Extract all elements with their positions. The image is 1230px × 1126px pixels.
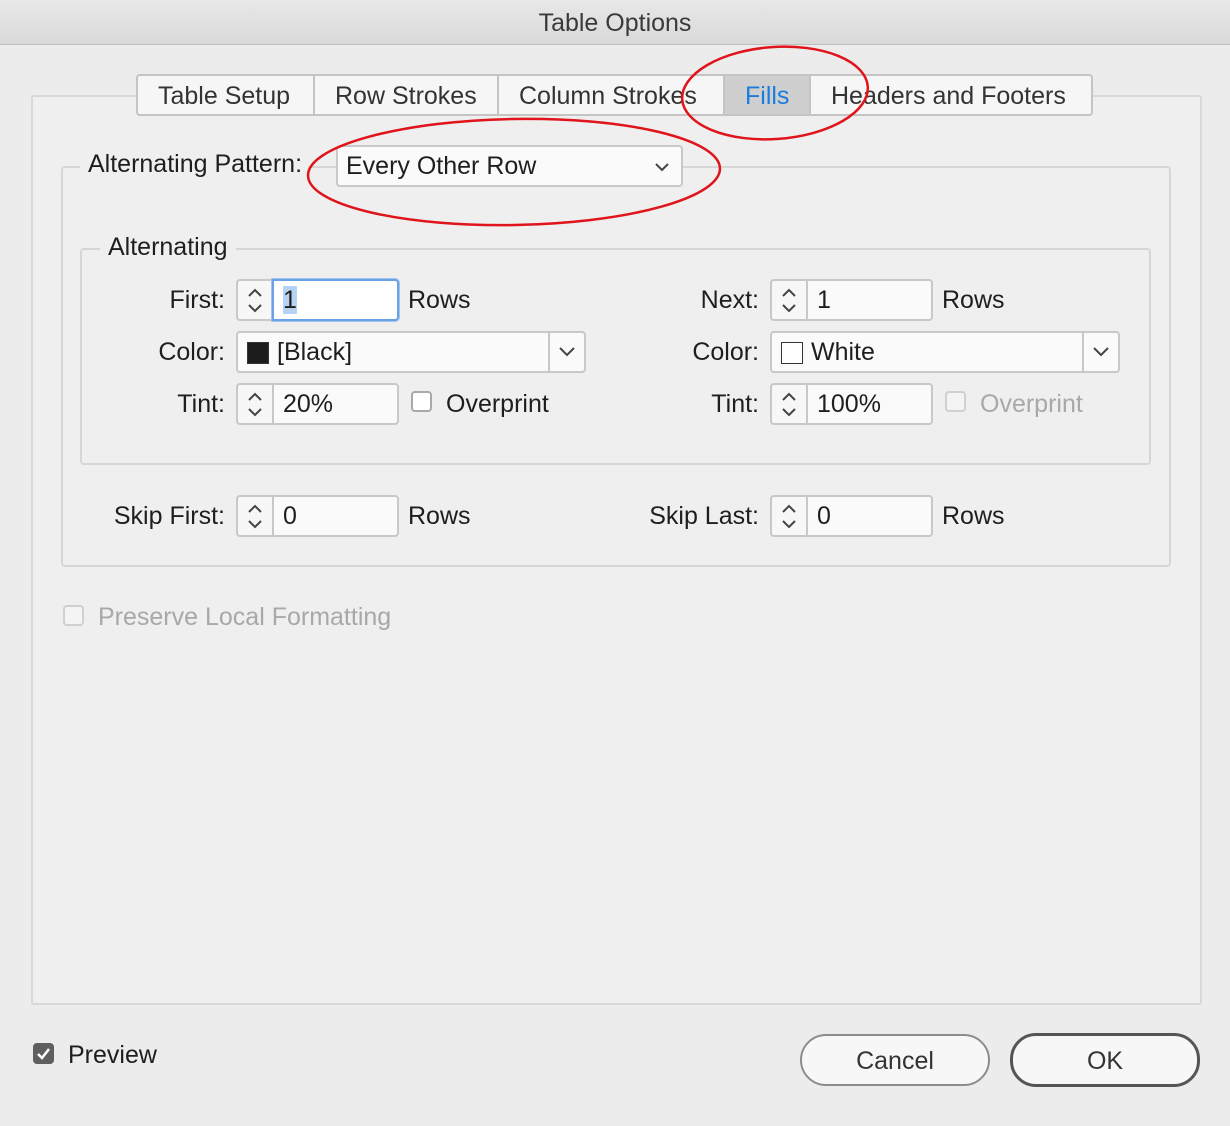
color-select-right-value: White bbox=[811, 338, 875, 366]
checkmark-icon bbox=[37, 1048, 50, 1060]
cancel-button[interactable]: Cancel bbox=[800, 1034, 990, 1086]
tint-stepper-right[interactable] bbox=[770, 383, 806, 425]
tint-label-left: Tint: bbox=[177, 390, 225, 418]
ok-button[interactable]: OK bbox=[1010, 1033, 1200, 1087]
preserve-formatting-checkbox[interactable] bbox=[63, 605, 84, 626]
stepper-arrows-icon bbox=[782, 392, 796, 417]
preview-checkbox[interactable] bbox=[33, 1043, 54, 1064]
chevron-down-icon bbox=[1093, 347, 1109, 357]
overprint-label-right: Overprint bbox=[980, 390, 1083, 418]
color-swatch-black bbox=[247, 342, 269, 364]
skip-first-input[interactable]: 0 bbox=[272, 495, 399, 537]
chevron-down-icon bbox=[655, 163, 669, 172]
color-select-right[interactable]: White bbox=[770, 331, 1120, 373]
stepper-arrows-icon bbox=[782, 504, 796, 529]
skip-last-label: Skip Last: bbox=[649, 502, 759, 530]
tint-input-right[interactable]: 100% bbox=[806, 383, 933, 425]
pattern-label: Alternating Pattern: bbox=[80, 150, 311, 179]
chevron-down-icon bbox=[559, 347, 575, 357]
skip-last-stepper[interactable] bbox=[770, 495, 806, 537]
color-label-right: Color: bbox=[692, 338, 759, 366]
first-rows-value: 1 bbox=[283, 286, 297, 314]
next-rows-unit: Rows bbox=[942, 286, 1005, 314]
skip-first-label: Skip First: bbox=[113, 502, 225, 530]
next-label: Next: bbox=[700, 286, 759, 314]
stepper-arrows-icon bbox=[248, 288, 262, 313]
color-swatch-white bbox=[781, 342, 803, 364]
first-rows-input[interactable]: 1 bbox=[272, 279, 399, 321]
color-select-left-value: [Black] bbox=[277, 338, 353, 366]
preserve-formatting-label: Preserve Local Formatting bbox=[98, 603, 392, 631]
alternating-legend: Alternating bbox=[100, 233, 236, 262]
tint-label-right: Tint: bbox=[711, 390, 759, 418]
next-rows-input[interactable]: 1 bbox=[806, 279, 933, 321]
tab-headers-and-footers[interactable]: Headers and Footers bbox=[811, 76, 1091, 114]
skip-last-unit: Rows bbox=[942, 502, 1005, 530]
stepper-arrows-icon bbox=[782, 288, 796, 313]
next-stepper[interactable] bbox=[770, 279, 806, 321]
color-label-left: Color: bbox=[158, 338, 225, 366]
pattern-select-value: Every Other Row bbox=[346, 152, 537, 180]
tab-bar: Table Setup Row Strokes Column Strokes F… bbox=[136, 74, 1093, 116]
overprint-checkbox-left[interactable] bbox=[411, 391, 432, 412]
color-select-right-arrow bbox=[1082, 333, 1118, 371]
first-label: First: bbox=[169, 286, 225, 314]
skip-first-unit: Rows bbox=[408, 502, 471, 530]
tab-column-strokes[interactable]: Column Strokes bbox=[499, 76, 725, 114]
stepper-arrows-icon bbox=[248, 392, 262, 417]
tab-row-strokes[interactable]: Row Strokes bbox=[315, 76, 499, 114]
stepper-arrows-icon bbox=[248, 504, 262, 529]
overprint-label-left: Overprint bbox=[446, 390, 549, 418]
skip-first-stepper[interactable] bbox=[236, 495, 272, 537]
window-title: Table Options bbox=[0, 0, 1230, 45]
tint-input-left[interactable]: 20% bbox=[272, 383, 399, 425]
tint-stepper-left[interactable] bbox=[236, 383, 272, 425]
skip-last-input[interactable]: 0 bbox=[806, 495, 933, 537]
color-select-left[interactable]: [Black] bbox=[236, 331, 586, 373]
overprint-checkbox-right[interactable] bbox=[945, 391, 966, 412]
pattern-select[interactable]: Every Other Row bbox=[336, 145, 683, 187]
color-select-left-arrow bbox=[548, 333, 584, 371]
first-rows-unit: Rows bbox=[408, 286, 471, 314]
preview-label: Preview bbox=[68, 1041, 157, 1069]
tab-fills[interactable]: Fills bbox=[725, 76, 811, 114]
tab-table-setup[interactable]: Table Setup bbox=[138, 76, 315, 114]
first-stepper[interactable] bbox=[236, 279, 272, 321]
